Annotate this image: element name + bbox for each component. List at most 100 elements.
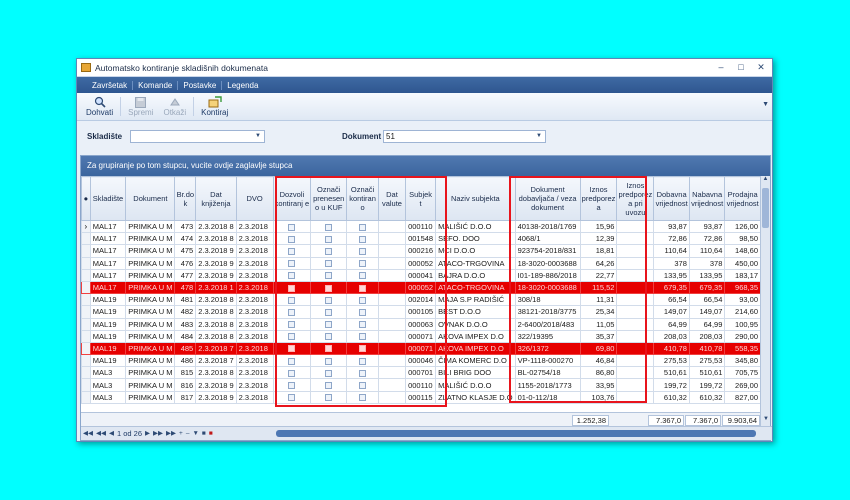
cell-dvo[interactable]: 2.3.2018 xyxy=(235,390,274,404)
cell-naziv-subjekta[interactable]: MALIŠIĆ D.O.O xyxy=(435,219,516,234)
scroll-down-icon[interactable]: ▼ xyxy=(761,416,771,426)
cell-dozvoli-kontiranje[interactable] xyxy=(272,390,312,404)
cell-naziv-subjekta[interactable]: MCI D.O.O xyxy=(435,244,516,258)
cell-nabavna[interactable]: 72,86 xyxy=(688,232,726,246)
cell-subjekt[interactable]: 000071 xyxy=(405,329,437,343)
cell-dobavna[interactable]: 208,03 xyxy=(653,329,690,343)
column-header-dobavna[interactable]: Dobavna vrijednost xyxy=(653,176,690,221)
cell-naziv-subjekta[interactable]: ATACO-TRGOVINA xyxy=(435,256,516,270)
checkbox[interactable] xyxy=(359,357,367,365)
cell-prodajna[interactable]: 290,00 xyxy=(724,329,761,343)
cell-dat-knjizenja[interactable]: 2.3.2018 9 xyxy=(195,256,237,270)
cell-naziv-subjekta[interactable]: BILI BRIG DOO xyxy=(435,366,516,380)
cell-dokument-dobavljaca[interactable]: 38121-2018/3775 xyxy=(514,305,581,319)
checkbox[interactable] xyxy=(325,260,333,268)
column-header-dat-knjizenja[interactable]: Dat knjiženja xyxy=(195,176,237,221)
cell-naziv-subjekta[interactable]: ZLATNO KLASJE D.O xyxy=(435,390,516,404)
cell-dozvoli-kontiranje[interactable] xyxy=(272,378,312,392)
cell-dobavna[interactable]: 510,61 xyxy=(653,366,690,380)
table-row[interactable]: › MAL17 PRIMKA U M 473 2.3.2018 8 2.3.2018 000… xyxy=(81,219,761,234)
cell-nabavna[interactable]: 275,53 xyxy=(688,354,726,368)
kontiraj-button[interactable]: Kontiraj xyxy=(196,93,233,120)
checkbox[interactable] xyxy=(288,284,296,292)
cell-dvo[interactable]: 2.3.2018 xyxy=(235,280,274,295)
cell-naziv-subjekta[interactable]: AKOVA IMPEX D.O xyxy=(435,329,516,343)
cell-subjekt[interactable]: 000110 xyxy=(405,219,437,234)
cell-iznos-predporeza[interactable]: 11,31 xyxy=(579,293,618,307)
checkbox[interactable] xyxy=(288,382,296,390)
cell-naziv-subjekta[interactable]: BEST D.O.O xyxy=(435,305,516,319)
cell-dvo[interactable]: 2.3.2018 xyxy=(235,256,274,270)
cell-naziv-subjekta[interactable]: OVNAK D.O.O xyxy=(435,317,516,331)
row-selector[interactable] xyxy=(81,232,91,246)
cell-dobavna[interactable]: 378 xyxy=(653,256,690,270)
checkbox[interactable] xyxy=(288,369,296,377)
checkbox[interactable] xyxy=(325,345,333,353)
cell-dat-knjizenja[interactable]: 2.3.2018 8 xyxy=(195,317,237,331)
cell-prodajna[interactable]: 558,35 xyxy=(724,341,761,356)
table-row[interactable]: MAL3 PRIMKA U M 816 2.3.2018 9 2.3.2018 00011… xyxy=(81,378,761,392)
cell-dobavna[interactable]: 93,87 xyxy=(653,219,690,234)
checkbox[interactable] xyxy=(325,333,333,341)
horizontal-scrollbar[interactable]: ◀◀ ◀◀ ◀ 1 od 26 ▶ ▶▶ ▶▶ + – ▼ ■ ■ xyxy=(81,426,772,440)
cell-dokument-dobavljaca[interactable]: BL-02754/18 xyxy=(514,366,581,380)
row-selector[interactable] xyxy=(81,341,91,356)
cell-dokument-dobavljaca[interactable]: 923754-2018/831 xyxy=(514,244,581,258)
dokument-select[interactable]: 51 ▼ xyxy=(383,130,546,143)
cell-nabavna[interactable]: 149,07 xyxy=(688,305,726,319)
checkbox[interactable] xyxy=(325,357,333,365)
cell-iznos-predporeza-uvoz[interactable] xyxy=(616,341,655,356)
cell-nabavna[interactable]: 679,35 xyxy=(688,280,726,295)
group-by-panel[interactable]: Za grupiranje po tom stupcu, vucite ovdj… xyxy=(81,156,770,176)
last-record-icon[interactable]: ▶▶ xyxy=(166,429,176,437)
cell-brdok[interactable]: 816 xyxy=(174,378,197,392)
cell-dvo[interactable]: 2.3.2018 xyxy=(235,329,274,343)
cell-dozvoli-kontiranje[interactable] xyxy=(272,329,312,343)
cell-nabavna[interactable]: 378 xyxy=(688,256,726,270)
checkbox[interactable] xyxy=(288,260,296,268)
cell-oznaci-kontirano[interactable] xyxy=(346,280,379,295)
column-header-dvo[interactable]: DVO xyxy=(235,176,274,221)
prev-record-icon[interactable]: ◀ xyxy=(109,429,114,437)
cell-dokument[interactable]: PRIMKA U M xyxy=(125,305,176,319)
cell-oznaci-preneseno[interactable] xyxy=(310,366,348,380)
table-row[interactable]: MAL17 PRIMKA U M 477 2.3.2018 9 2.3.2018 0000… xyxy=(81,268,761,282)
chevron-down-icon[interactable]: ▼ xyxy=(255,131,261,142)
cell-prodajna[interactable]: 827,00 xyxy=(724,390,761,404)
delete-record-icon[interactable]: – xyxy=(186,430,190,437)
checkbox[interactable] xyxy=(325,247,333,255)
cancel-icon[interactable]: ■ xyxy=(209,430,213,437)
table-row[interactable]: MAL19 PRIMKA U M 485 2.3.2018 7 2.3.2018 0000… xyxy=(81,341,761,356)
row-selector[interactable]: › xyxy=(81,219,91,234)
cell-dat-knjizenja[interactable]: 2.3.2018 9 xyxy=(195,268,237,282)
table-row[interactable]: MAL19 PRIMKA U M 481 2.3.2018 8 2.3.2018 0020… xyxy=(81,293,761,307)
cell-dat-valute[interactable] xyxy=(377,219,407,234)
cell-dokument[interactable]: PRIMKA U M xyxy=(125,244,176,258)
cell-dokument-dobavljaca[interactable]: 18-3020-0003688 xyxy=(514,280,581,295)
cell-subjekt[interactable]: 000046 xyxy=(405,354,437,368)
cell-brdok[interactable]: 476 xyxy=(174,256,197,270)
checkbox[interactable] xyxy=(359,321,367,329)
cell-iznos-predporeza-uvoz[interactable] xyxy=(616,293,655,307)
cell-brdok[interactable]: 473 xyxy=(174,219,197,234)
cell-dozvoli-kontiranje[interactable] xyxy=(272,366,312,380)
cell-dokument[interactable]: PRIMKA U M xyxy=(125,280,176,295)
cell-oznaci-kontirano[interactable] xyxy=(346,329,379,343)
cell-iznos-predporeza[interactable]: 35,37 xyxy=(579,329,618,343)
cell-oznaci-preneseno[interactable] xyxy=(310,219,348,234)
cell-dokument-dobavljaca[interactable]: 01-0-112/18 xyxy=(514,390,581,404)
cell-dat-valute[interactable] xyxy=(377,354,407,368)
cell-prodajna[interactable]: 93,00 xyxy=(724,293,761,307)
chevron-down-icon[interactable]: ▼ xyxy=(762,101,769,108)
checkbox[interactable] xyxy=(359,272,367,280)
cell-dat-knjizenja[interactable]: 2.3.2018 8 xyxy=(195,329,237,343)
checkbox[interactable] xyxy=(325,321,333,329)
row-selector[interactable] xyxy=(81,329,91,343)
row-selector[interactable] xyxy=(81,280,91,295)
cell-dokument[interactable]: PRIMKA U M xyxy=(125,329,176,343)
cell-prodajna[interactable]: 269,00 xyxy=(724,378,761,392)
cell-dokument-dobavljaca[interactable]: 326/1372 xyxy=(514,341,581,356)
cell-naziv-subjekta[interactable]: AKOVA IMPEX D.O xyxy=(435,341,516,356)
checkbox[interactable] xyxy=(288,394,296,402)
cell-dozvoli-kontiranje[interactable] xyxy=(272,256,312,270)
